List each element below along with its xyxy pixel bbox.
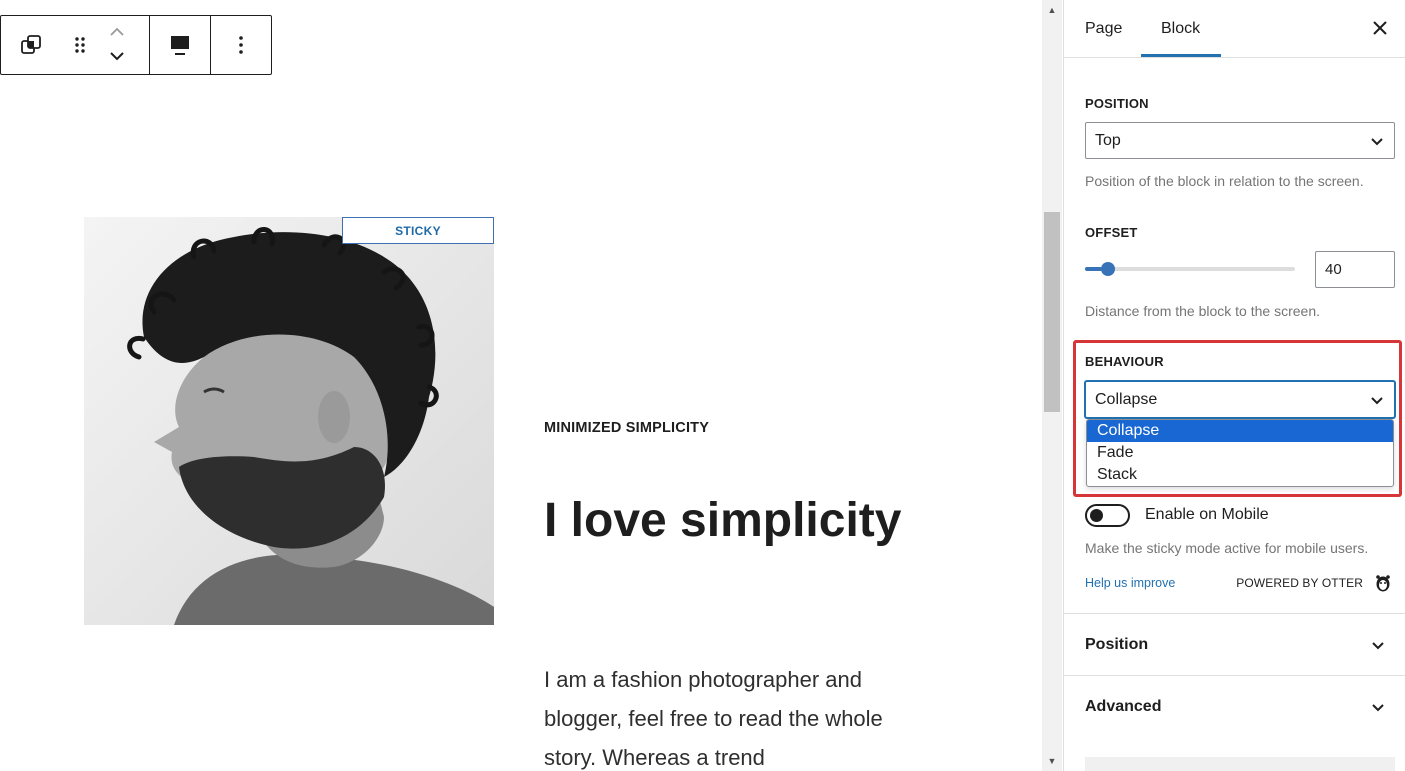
close-icon xyxy=(1373,21,1387,35)
tab-page[interactable]: Page xyxy=(1085,20,1122,38)
move-down-icon xyxy=(110,52,124,61)
offset-label: OFFSET xyxy=(1085,225,1138,240)
behaviour-select-value: Collapse xyxy=(1095,390,1158,408)
behaviour-select[interactable]: Collapse xyxy=(1085,381,1395,418)
tab-block[interactable]: Block xyxy=(1161,20,1200,38)
sidebar-tabs: Page Block xyxy=(1064,0,1405,58)
option-stack[interactable]: Stack xyxy=(1087,464,1393,486)
offset-slider[interactable] xyxy=(1085,259,1295,279)
scroll-up-arrow-icon[interactable]: ▲ xyxy=(1042,0,1062,20)
otter-logo-icon xyxy=(1376,575,1390,592)
headline[interactable]: I love simplicity xyxy=(544,488,964,554)
block-movers xyxy=(99,16,135,74)
otter-footer: Help us improve POWERED BY OTTER xyxy=(1085,573,1391,593)
mobile-help: Make the sticky mode active for mobile u… xyxy=(1085,540,1369,556)
slider-track xyxy=(1085,267,1295,271)
panel-advanced[interactable]: Advanced xyxy=(1064,675,1405,737)
slider-handle[interactable] xyxy=(1101,262,1115,276)
drag-handle-icon xyxy=(75,37,85,53)
behaviour-label: BEHAVIOUR xyxy=(1085,354,1164,369)
block-toolbar xyxy=(0,15,272,75)
option-collapse[interactable]: Collapse xyxy=(1087,420,1393,442)
enable-mobile-toggle[interactable] xyxy=(1085,503,1130,527)
duplicate-blocks-icon xyxy=(21,35,41,54)
canvas-scrollbar[interactable]: ▲ ▼ xyxy=(1042,0,1062,771)
scroll-thumb[interactable] xyxy=(1044,212,1060,412)
position-label: POSITION xyxy=(1085,96,1149,111)
sticky-badge: STICKY xyxy=(342,217,494,244)
option-fade[interactable]: Fade xyxy=(1087,442,1393,464)
chevron-down-icon xyxy=(1372,641,1384,649)
toolbar-group-more xyxy=(211,16,271,74)
more-options-icon xyxy=(239,36,243,54)
eyebrow-heading[interactable]: MINIMIZED SIMPLICITY xyxy=(544,420,709,436)
duplicate-blocks-button[interactable] xyxy=(1,16,61,74)
offset-number-input[interactable]: 40 xyxy=(1315,251,1395,288)
offset-help: Distance from the block to the screen. xyxy=(1085,303,1320,319)
behaviour-options-list: Collapse Fade Stack xyxy=(1086,419,1394,487)
panel-content-stub xyxy=(1085,757,1395,771)
active-tab-indicator xyxy=(1141,54,1221,57)
chevron-down-icon xyxy=(1371,397,1383,405)
block-align-icon xyxy=(171,36,189,55)
chevron-down-icon xyxy=(1371,138,1383,146)
settings-sidebar: Page Block POSITION Top Position of the … xyxy=(1063,0,1405,771)
enable-mobile-label[interactable]: Enable on Mobile xyxy=(1145,506,1269,524)
more-options-button[interactable] xyxy=(211,16,271,74)
toolbar-group-align xyxy=(150,16,211,74)
move-up-icon xyxy=(110,27,124,36)
position-select[interactable]: Top xyxy=(1085,122,1395,159)
slider-fill xyxy=(1085,267,1102,271)
move-down-button[interactable] xyxy=(109,48,125,66)
panel-advanced-title: Advanced xyxy=(1085,697,1162,715)
editor-canvas: STICKY MINIMIZED SIMPLICITY I love simpl… xyxy=(0,0,1042,771)
close-sidebar-button[interactable] xyxy=(1369,17,1391,39)
powered-by-text: POWERED BY OTTER xyxy=(1236,576,1363,590)
position-help: Position of the block in relation to the… xyxy=(1085,173,1364,189)
move-up-button[interactable] xyxy=(109,24,125,42)
toolbar-group-block xyxy=(1,16,150,74)
panel-position-title: Position xyxy=(1085,635,1149,653)
portrait-image[interactable] xyxy=(84,217,494,625)
mobile-toggle-row: Enable on Mobile xyxy=(1085,503,1269,527)
powered-by: POWERED BY OTTER xyxy=(1236,574,1391,592)
position-select-value: Top xyxy=(1095,131,1121,149)
block-align-button[interactable] xyxy=(150,16,210,74)
panel-position[interactable]: Position xyxy=(1064,613,1405,675)
chevron-down-icon xyxy=(1372,703,1384,711)
body-paragraph[interactable]: I am a fashion photographer and blogger,… xyxy=(544,660,924,771)
toggle-knob xyxy=(1090,508,1103,522)
scroll-down-arrow-icon[interactable]: ▼ xyxy=(1042,751,1062,771)
help-improve-link[interactable]: Help us improve xyxy=(1085,576,1175,590)
drag-handle-button[interactable] xyxy=(61,16,99,74)
